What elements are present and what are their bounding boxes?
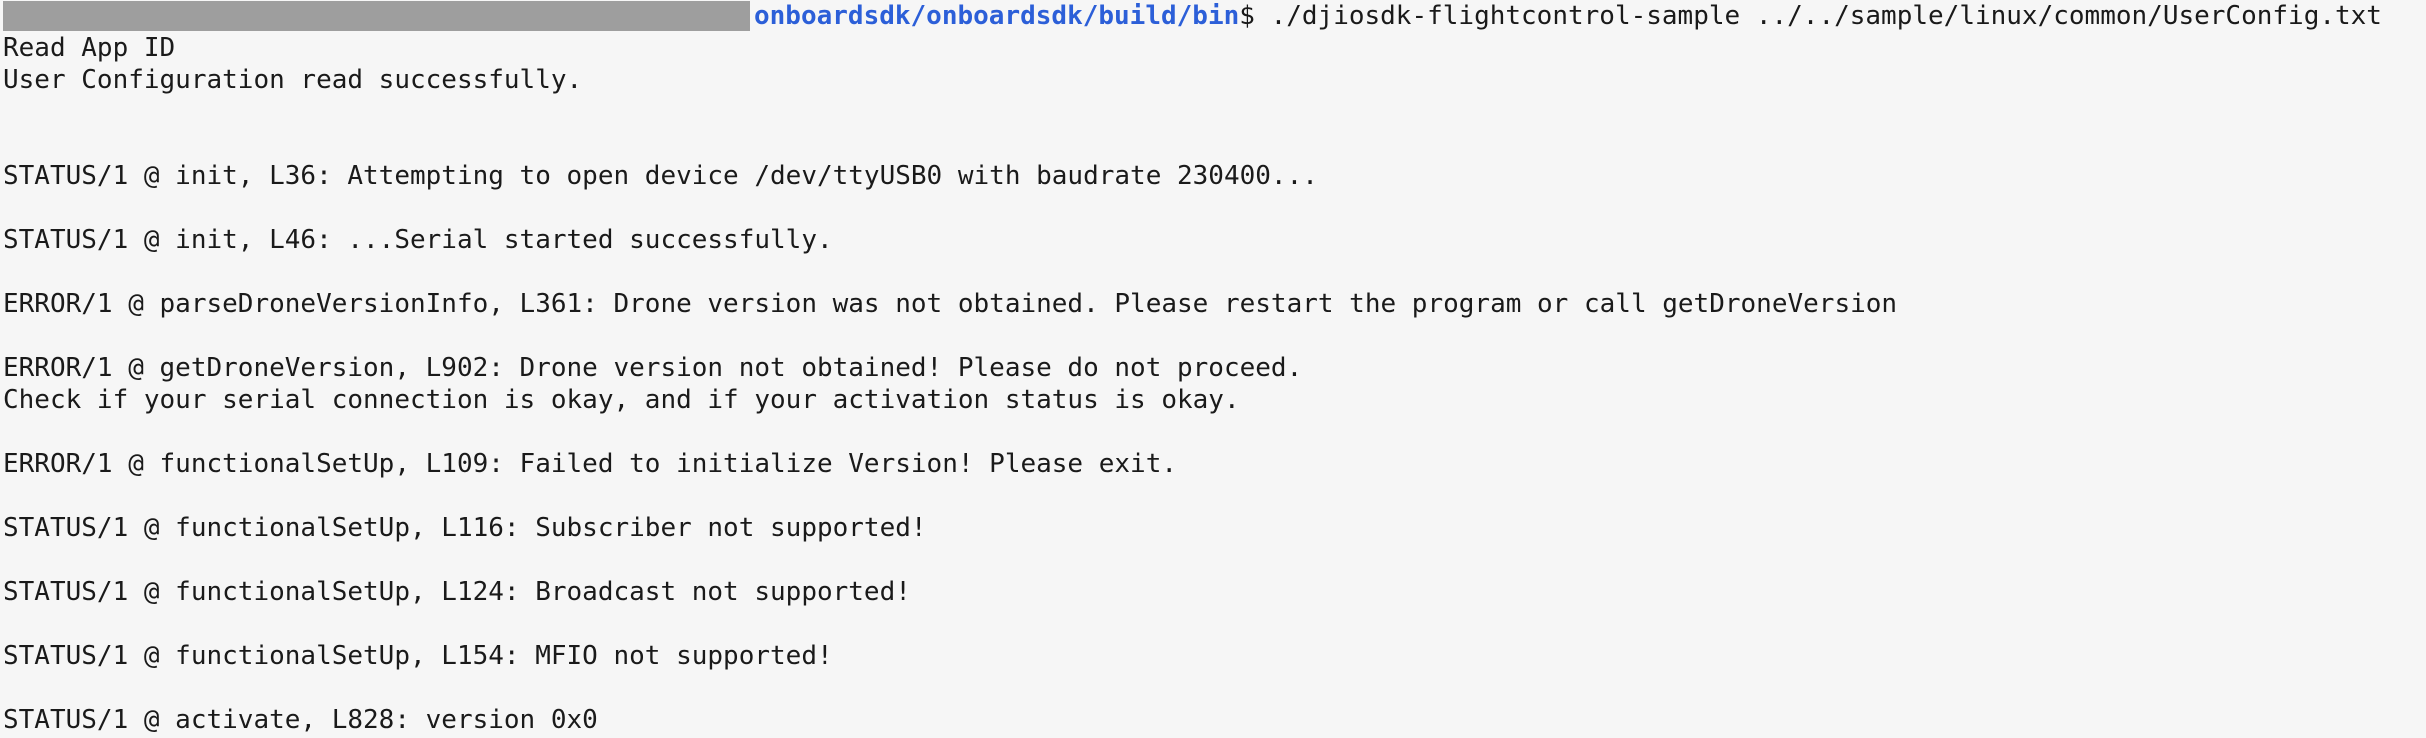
output-line: ERROR/1 @ functionalSetUp, L109: Failed … <box>3 449 1177 479</box>
prompt-path: onboardsdk/onboardsdk/build/bin <box>754 1 1240 31</box>
prompt-symbol: $ <box>1239 1 1255 31</box>
output-line: ERROR/1 @ parseDroneVersionInfo, L361: D… <box>3 289 1898 319</box>
output-line: STATUS/1 @ functionalSetUp, L154: MFIO n… <box>3 641 833 671</box>
output-line: STATUS/1 @ functionalSetUp, L124: Broadc… <box>3 577 911 607</box>
output-line: User Configuration read successfully. <box>3 65 583 95</box>
redacted-username-block <box>3 1 750 31</box>
output-line: STATUS/1 @ activate, L828: version 0x0 <box>3 705 598 735</box>
output-line: STATUS/1 @ init, L46: ...Serial started … <box>3 225 833 255</box>
prompt-command: ./djiosdk-flightcontrol-sample ../../sam… <box>1254 1 2382 31</box>
prompt-line: onboardsdk/onboardsdk/build/bin $ ./djio… <box>3 0 2426 32</box>
output-line: Read App ID <box>3 33 176 63</box>
terminal-window[interactable]: onboardsdk/onboardsdk/build/bin $ ./djio… <box>0 0 2426 738</box>
output-line: STATUS/1 @ functionalSetUp, L116: Subscr… <box>3 513 927 543</box>
output-line: Check if your serial connection is okay,… <box>3 385 1240 415</box>
output-line: STATUS/1 @ init, L36: Attempting to open… <box>3 161 1318 191</box>
output-line: ERROR/1 @ getDroneVersion, L902: Drone v… <box>3 353 1303 383</box>
